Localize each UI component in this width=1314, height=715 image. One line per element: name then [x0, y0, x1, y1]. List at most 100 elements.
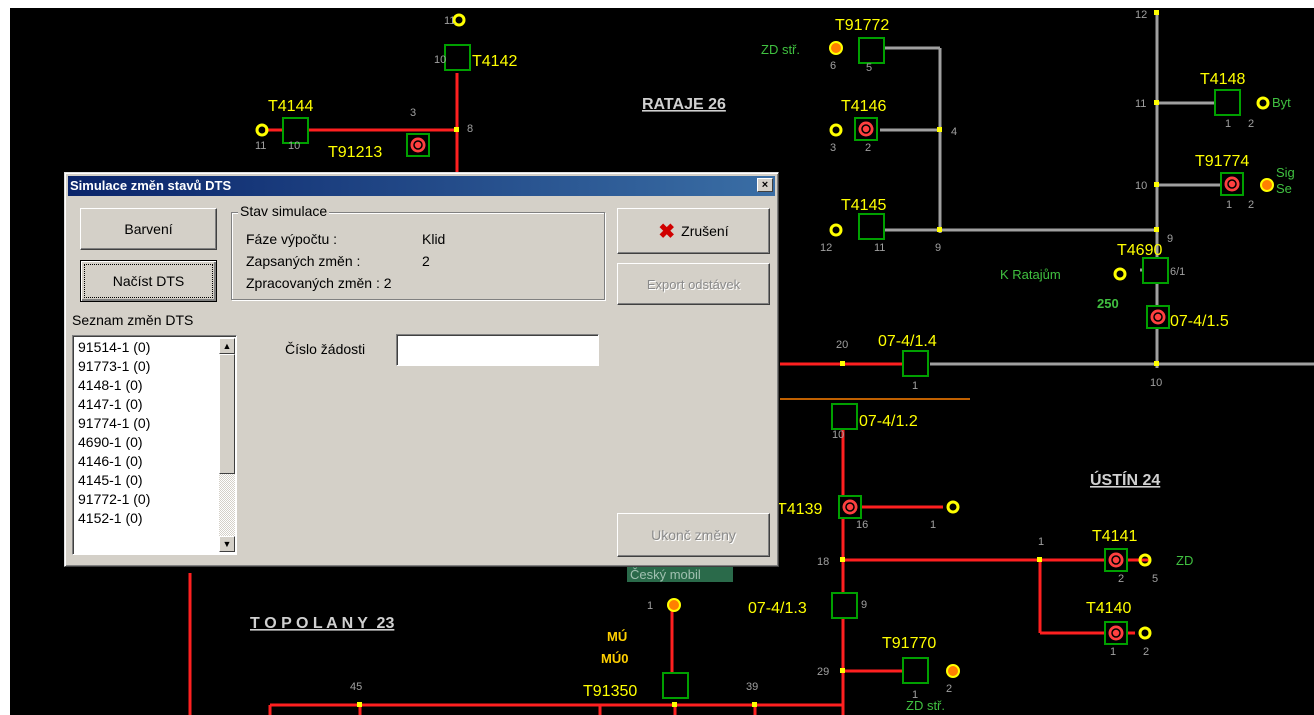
map-number: 11 [255, 140, 266, 152]
map-number: 1 [1225, 118, 1231, 130]
map-number: 6/1 [1170, 266, 1185, 278]
map-number: 8 [467, 123, 473, 135]
map-number: 2 [865, 142, 871, 154]
map-number: 11 [874, 242, 885, 254]
changes-listbox[interactable]: 91514-1 (0) 91773-1 (0) 4148-1 (0) 4147-1 (… [72, 335, 237, 555]
map-number: 2 [946, 683, 952, 695]
map-number: 9 [861, 599, 867, 611]
label-zd-str-top: ZD stř. [761, 42, 800, 57]
map-number: 10 [832, 429, 844, 441]
map-number: 20 [836, 339, 848, 351]
map-number: 1 [1038, 536, 1044, 548]
export-odstavek-button[interactable]: Export odstávek [617, 263, 770, 305]
map-number: 1 [1226, 199, 1232, 211]
map-number: 10 [1135, 180, 1147, 192]
map-number: 3 [830, 142, 836, 154]
simulation-dialog: Simulace změn stavů DTS × Barvení Načíst… [64, 172, 779, 567]
map-number: 5 [1152, 573, 1158, 585]
map-number: 12 [820, 242, 832, 254]
cislo-zadosti-input[interactable] [396, 334, 599, 366]
ukonc-zmeny-button[interactable]: Ukonč změny [617, 513, 770, 557]
map-number: 6 [830, 60, 836, 72]
zapsanych-label: Zapsaných změn : [246, 253, 361, 269]
node-07-4-1-5: 07-4/1.5 [1170, 313, 1229, 330]
list-item[interactable]: 4146-1 (0) [75, 452, 217, 471]
scroll-up-icon[interactable]: ▲ [219, 338, 235, 354]
node-t4690: T4690 [1117, 242, 1162, 259]
label-mu0: MÚ0 [601, 651, 628, 666]
faze-value: Klid [422, 231, 446, 247]
scroll-down-icon[interactable]: ▼ [219, 536, 235, 552]
area-topolany: T O P O L A N Y 23 [250, 615, 394, 632]
map-number: 45 [350, 681, 362, 693]
map-number: 2 [1143, 646, 1149, 658]
seznam-label: Seznam změn DTS [72, 312, 194, 328]
nacist-dts-button[interactable]: Načíst DTS [80, 260, 217, 302]
map-number: 1 [647, 600, 653, 612]
close-icon[interactable]: × [757, 178, 773, 192]
list-item[interactable]: 4147-1 (0) [75, 395, 217, 414]
node-t4140: T4140 [1086, 600, 1131, 617]
map-number: 12 [1135, 9, 1147, 21]
label-k-ratajum: K Ratajům [1000, 267, 1061, 282]
map-number: 3 [410, 107, 416, 119]
dialog-title: Simulace změn stavů DTS [70, 178, 232, 193]
node-t91772: T91772 [835, 17, 889, 34]
node-t91213: T91213 [328, 144, 382, 161]
node-07-4-1-4: 07-4/1.4 [878, 333, 937, 350]
node-t4139: T4139 [777, 501, 822, 518]
map-number: 10 [288, 140, 300, 152]
node-t91770: T91770 [882, 635, 936, 652]
scroll-thumb[interactable] [219, 354, 235, 474]
list-item[interactable]: 4148-1 (0) [75, 376, 217, 395]
label-zd: ZD [1176, 553, 1193, 568]
faze-label: Fáze výpočtu : [246, 231, 338, 247]
cislo-zadosti-label: Číslo žádosti [285, 341, 366, 357]
map-number: 2 [1118, 573, 1124, 585]
node-t91774: T91774 [1195, 153, 1249, 170]
list-item[interactable]: 91773-1 (0) [75, 357, 217, 376]
list-item[interactable]: 4690-1 (0) [75, 433, 217, 452]
map-number: 10 [1150, 377, 1162, 389]
map-number: 1 [930, 519, 936, 531]
node-t4144: T4144 [268, 98, 313, 115]
map-number: 10 [434, 54, 446, 66]
label-sig: Sig [1276, 165, 1295, 180]
label-byt: Byt [1272, 95, 1291, 110]
map-number: 11 [1135, 98, 1146, 110]
area-ustin: ÚSTÍN 24 [1090, 470, 1160, 489]
map-number: 2 [1248, 199, 1254, 211]
label-cesky-mobil: Český mobil [630, 567, 701, 582]
list-item[interactable]: 91514-1 (0) [75, 338, 217, 357]
list-item[interactable]: 4152-1 (0) [75, 509, 217, 528]
node-t4148: T4148 [1200, 71, 1245, 88]
map-number: 9 [935, 242, 941, 254]
label-250: 250 [1097, 296, 1119, 311]
map-number: 18 [817, 556, 829, 568]
map-number: 1 [912, 380, 918, 392]
node-07-4-1-2: 07-4/1.2 [859, 413, 918, 430]
zapsanych-value: 2 [422, 253, 430, 269]
map-number: 16 [856, 519, 868, 531]
list-item[interactable]: 91774-1 (0) [75, 414, 217, 433]
list-item[interactable]: 91772-1 (0) [75, 490, 217, 509]
listbox-scrollbar[interactable]: ▲ ▼ [219, 338, 235, 552]
map-number: 2 [1248, 118, 1254, 130]
node-t4145: T4145 [841, 197, 886, 214]
zruseni-button[interactable]: ✖ Zrušení [617, 208, 770, 254]
map-number: 9 [1167, 233, 1173, 245]
map-number: 1 [912, 689, 918, 701]
map-number: 11 [444, 15, 455, 27]
dialog-titlebar[interactable]: Simulace změn stavů DTS × [68, 176, 775, 196]
list-item[interactable]: 4145-1 (0) [75, 471, 217, 490]
node-t4141: T4141 [1092, 528, 1137, 545]
barveni-button[interactable]: Barvení [80, 208, 217, 250]
map-number: 4 [951, 126, 957, 138]
x-icon: ✖ [658, 220, 676, 243]
node-t91350: T91350 [583, 683, 637, 700]
node-07-4-1-3: 07-4/1.3 [748, 600, 807, 617]
zpracovanych-label: Zpracovaných změn : 2 [246, 275, 392, 291]
map-number: 1 [1110, 646, 1116, 658]
label-se: Se [1276, 181, 1292, 196]
label-mu: MÚ [607, 629, 627, 644]
